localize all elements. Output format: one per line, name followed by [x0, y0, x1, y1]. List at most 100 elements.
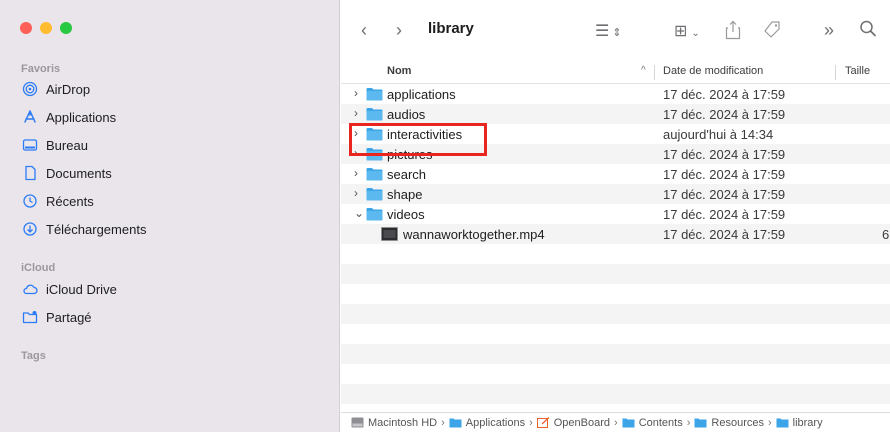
document-icon: [25, 165, 36, 181]
path-segment[interactable]: Contents: [622, 417, 683, 429]
disclosure-chevron-icon[interactable]: ›: [354, 106, 364, 120]
file-name: audios: [387, 107, 426, 122]
grid-icon: ⊞: [674, 23, 688, 40]
column-date[interactable]: Date de modification: [663, 65, 763, 77]
window-controls: [20, 22, 72, 34]
table-row[interactable]: › audios 17 déc. 2024 à 17:59: [341, 104, 890, 124]
disclosure-chevron-icon[interactable]: ›: [354, 186, 364, 200]
path-segment[interactable]: Applications: [449, 417, 525, 429]
disclosure-chevron-icon[interactable]: ⌄: [354, 206, 364, 220]
file-size: 6: [882, 227, 890, 242]
sidebar-item-label: iCloud Drive: [46, 281, 117, 297]
column-name[interactable]: Nom: [387, 65, 411, 77]
empty-row: [341, 364, 890, 384]
path-segment-label: OpenBoard: [553, 416, 611, 429]
file-date: 17 déc. 2024 à 17:59: [663, 147, 786, 162]
disclosure-chevron-icon[interactable]: ›: [354, 126, 364, 140]
forward-button[interactable]: ›: [396, 20, 402, 40]
share-button[interactable]: [725, 20, 741, 44]
path-segment[interactable]: OpenBoard: [536, 416, 611, 429]
disclosure-chevron-icon[interactable]: ›: [354, 86, 364, 100]
sidebar-item-label: AirDrop: [46, 81, 91, 97]
app-icon: [536, 417, 550, 428]
table-row[interactable]: wannaworktogether.mp4 17 déc. 2024 à 17:…: [341, 224, 890, 244]
applications-icon: [24, 110, 36, 123]
search-button[interactable]: [859, 19, 877, 43]
file-browser: ‹ › library ☰ ⇕ ⊞ ⌄ » Nom ^ Date de modi…: [341, 0, 890, 432]
sidebar-section-favoris: Favoris: [21, 63, 61, 75]
list-view-button[interactable]: ☰ ⇕: [595, 22, 622, 43]
sidebar-item-icloud-drive[interactable]: iCloud Drive: [22, 278, 117, 300]
file-list: › applications 17 déc. 2024 à 17:59 › au…: [341, 84, 890, 404]
path-segment[interactable]: Macintosh HD: [351, 417, 437, 429]
file-date: aujourd'hui à 14:34: [663, 127, 774, 142]
folder-icon: [622, 418, 635, 428]
table-row[interactable]: › search 17 déc. 2024 à 17:59: [341, 164, 890, 184]
folder-icon: [776, 418, 789, 428]
column-header: Nom ^ Date de modification Taille: [341, 62, 890, 84]
table-row[interactable]: › shape 17 déc. 2024 à 17:59: [341, 184, 890, 204]
folder-icon: [366, 208, 383, 221]
sidebar-item-label: Applications: [46, 109, 117, 125]
disclosure-chevron-icon[interactable]: ›: [354, 146, 364, 160]
file-name: interactivities: [387, 127, 463, 142]
empty-row: [341, 304, 890, 324]
sidebar-item-recents[interactable]: Récents: [22, 190, 94, 212]
sidebar-item-bureau[interactable]: Bureau: [22, 134, 88, 156]
empty-row: [341, 344, 890, 364]
path-segment[interactable]: Resources: [694, 417, 764, 429]
folder-icon: [366, 148, 383, 161]
shared-folder-icon: [22, 311, 38, 324]
video-file-icon: [381, 227, 398, 241]
tag-button[interactable]: [762, 20, 782, 44]
zoom-window-button[interactable]: [60, 22, 72, 34]
sidebar-item-airdrop[interactable]: AirDrop: [22, 78, 90, 100]
chevron-right-icon: ›: [614, 416, 618, 429]
table-row[interactable]: ⌄ videos 17 déc. 2024 à 17:59: [341, 204, 890, 224]
sidebar-item-applications[interactable]: Applications: [22, 106, 116, 128]
chevron-right-icon: ›: [441, 416, 445, 429]
file-name: applications: [387, 87, 456, 102]
empty-row: [341, 284, 890, 304]
table-row[interactable]: › pictures 17 déc. 2024 à 17:59: [341, 144, 890, 164]
back-button[interactable]: ‹: [361, 20, 367, 40]
table-row[interactable]: › interactivities aujourd'hui à 14:34: [341, 124, 890, 144]
close-window-button[interactable]: [20, 22, 32, 34]
disclosure-chevron-icon[interactable]: ›: [354, 166, 364, 180]
column-divider[interactable]: [654, 65, 655, 80]
file-name: wannaworktogether.mp4: [403, 227, 545, 242]
file-date: 17 déc. 2024 à 17:59: [663, 107, 786, 122]
window-title: library: [428, 20, 474, 37]
desktop-icon: [22, 139, 38, 151]
path-segment[interactable]: library: [776, 417, 823, 429]
path-segment-label: Resources: [711, 416, 764, 429]
table-row[interactable]: › applications 17 déc. 2024 à 17:59: [341, 84, 890, 104]
folder-icon: [366, 108, 383, 121]
sidebar-section-tags: Tags: [21, 350, 46, 362]
column-divider[interactable]: [835, 65, 836, 80]
download-icon: [23, 222, 37, 236]
empty-row: [341, 244, 890, 264]
sidebar-item-label: Téléchargements: [46, 221, 147, 237]
minimize-window-button[interactable]: [40, 22, 52, 34]
file-date: 17 déc. 2024 à 17:59: [663, 87, 786, 102]
file-date: 17 déc. 2024 à 17:59: [663, 227, 786, 242]
path-segment-label: Applications: [465, 416, 526, 429]
share-icon: [725, 20, 741, 40]
list-view-icon: ☰: [595, 23, 610, 40]
overflow-button[interactable]: »: [824, 20, 834, 40]
chevron-updown-icon: ⇕: [612, 27, 622, 39]
sidebar-item-partage[interactable]: Partagé: [22, 306, 92, 328]
sidebar-item-label: Partagé: [46, 309, 92, 325]
empty-row: [341, 384, 890, 404]
group-button[interactable]: ⊞ ⌄: [674, 22, 700, 44]
path-segment-label: library: [792, 416, 823, 429]
disk-icon: [351, 417, 364, 428]
sort-ascending-icon: ^: [641, 65, 646, 76]
path-segment-label: Contents: [638, 416, 683, 429]
column-size[interactable]: Taille: [845, 65, 870, 77]
file-date: 17 déc. 2024 à 17:59: [663, 207, 786, 222]
sidebar-item-telechargements[interactable]: Téléchargements: [22, 218, 146, 240]
search-icon: [860, 20, 876, 37]
sidebar-item-documents[interactable]: Documents: [22, 162, 112, 184]
